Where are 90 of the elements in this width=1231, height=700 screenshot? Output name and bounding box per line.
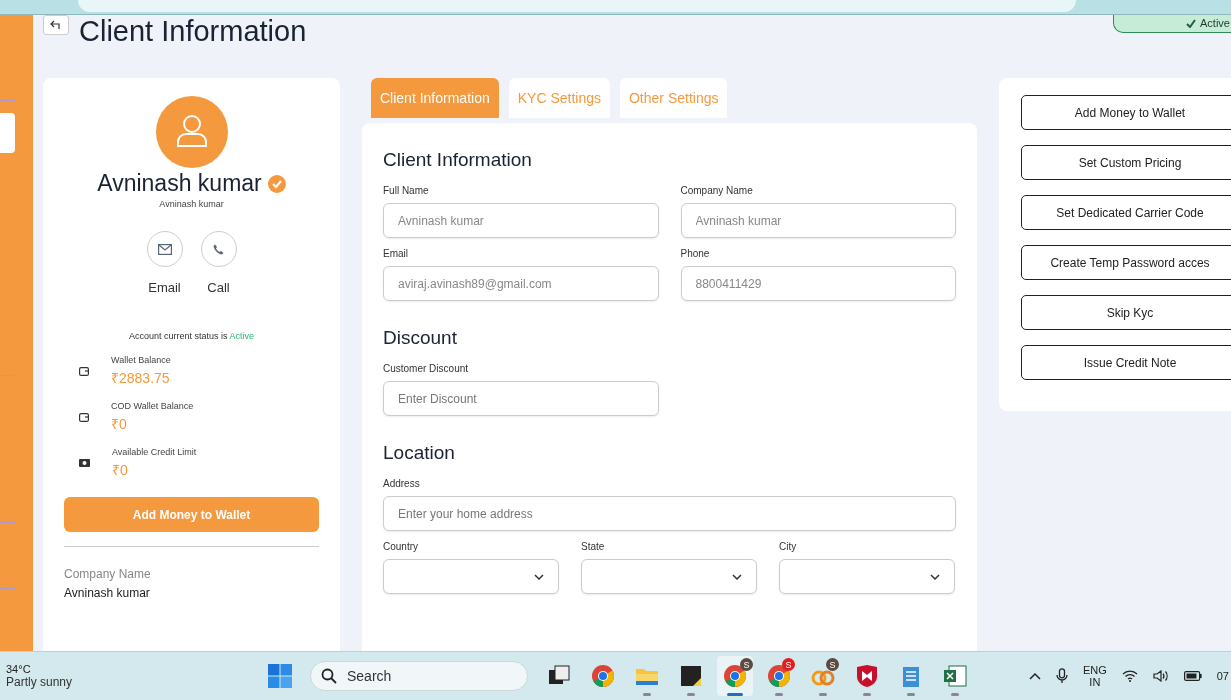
running-indicator <box>643 693 651 696</box>
chrome-icon <box>722 663 748 689</box>
mail-icon <box>157 243 172 255</box>
region-text[interactable]: IN <box>1089 676 1101 688</box>
input-field[interactable]: aviraj.avinash89@gmail.com <box>383 266 659 301</box>
section-title: Discount <box>383 327 458 349</box>
balance-label: COD Wallet Balance <box>111 401 194 411</box>
battery-icon[interactable] <box>1183 671 1202 681</box>
field-label: Country <box>383 541 419 552</box>
app-badge: S <box>826 658 839 671</box>
client-name: Avninash kumar <box>97 170 262 197</box>
search-placeholder: Search <box>347 668 392 684</box>
field-label: Customer Discount <box>383 363 470 374</box>
account-status: Account current status is Active <box>127 331 256 341</box>
excel-icon <box>942 663 968 689</box>
running-indicator <box>819 693 827 696</box>
cash-icon <box>79 459 90 467</box>
wallet-icon <box>79 366 89 376</box>
input-field[interactable]: Avninash kumar <box>680 203 956 238</box>
field-label: Full Name <box>383 185 430 196</box>
running-indicator <box>775 693 783 696</box>
notes-icon <box>678 663 704 689</box>
clock: 07 <box>1216 670 1229 682</box>
action-button[interactable]: Skip Kyc <box>1021 295 1231 330</box>
search-field[interactable]: Search <box>310 661 528 691</box>
running-indicator <box>727 693 743 696</box>
action-button[interactable]: Set Dedicated Carrier Code <box>1021 195 1231 230</box>
chevron-icon <box>930 573 940 580</box>
taskbar-app[interactable]: S <box>717 656 753 696</box>
balance-label: Available Credit Limit <box>112 447 197 457</box>
wallet-icon <box>79 412 89 422</box>
call-button[interactable] <box>200 231 237 267</box>
field-label: Email <box>383 248 409 259</box>
contact-label: Email <box>148 280 181 295</box>
microphone-icon[interactable] <box>1055 668 1068 684</box>
avatar-icon <box>155 96 228 168</box>
check-icon <box>1186 18 1197 28</box>
contact-label: Call <box>207 280 230 295</box>
input-field[interactable]: Enter Discount <box>383 381 659 416</box>
weather-text: Partly sunny <box>6 675 74 689</box>
email-button[interactable] <box>146 231 183 267</box>
action-button[interactable]: Add Money to Wallet <box>1021 95 1231 130</box>
running-indicator <box>863 693 871 696</box>
chevron-icon <box>534 573 544 580</box>
balance-value: ₹0 <box>111 415 128 433</box>
running-indicator <box>951 693 959 696</box>
phone-icon <box>213 243 224 255</box>
language-text[interactable]: ENG <box>1082 664 1107 676</box>
section-title: Location <box>383 442 456 464</box>
input-field[interactable]: Avninash kumar <box>383 203 659 238</box>
company-value: Avninash kumar <box>64 586 151 600</box>
field-label: City <box>779 541 798 552</box>
app-badge: S <box>740 658 753 671</box>
balance-value: ₹0 <box>112 461 129 479</box>
status-text: Active <box>1200 17 1230 29</box>
select-field[interactable] <box>581 559 757 594</box>
speaker-icon[interactable] <box>1152 670 1169 682</box>
shield-icon <box>854 663 880 689</box>
action-button[interactable]: Issue Credit Note <box>1021 345 1231 380</box>
taskbar-app[interactable]: S <box>807 656 839 696</box>
company-label: Company Name <box>64 567 152 581</box>
select-field[interactable] <box>779 559 955 594</box>
chevron-up-icon[interactable] <box>1028 672 1041 680</box>
back-button[interactable] <box>43 15 69 35</box>
chevron-icon <box>732 573 742 580</box>
balance-value: ₹2883.75 <box>111 369 171 387</box>
running-indicator <box>907 693 915 696</box>
app-badge: S <box>782 658 795 671</box>
input-field[interactable]: 8800411429 <box>680 266 956 301</box>
windows-icon[interactable] <box>268 664 292 688</box>
select-field[interactable] <box>383 559 559 594</box>
temperature: 34°C <box>6 663 32 675</box>
taskbar-app[interactable]: S <box>763 656 795 696</box>
back-icon <box>50 20 62 30</box>
action-button[interactable]: Create Temp Password acces <box>1021 245 1231 280</box>
field-label: Address <box>383 478 421 489</box>
balance-label: Wallet Balance <box>111 355 171 365</box>
field-label: Phone <box>680 248 711 259</box>
page-title: Client Information <box>79 15 307 47</box>
client-subtitle: Avninash kumar <box>158 199 225 209</box>
input-field[interactable]: Enter your home address <box>383 496 956 531</box>
running-indicator <box>687 693 695 696</box>
field-label: Company Name <box>680 185 754 196</box>
section-title: Client Information <box>383 149 533 171</box>
field-label: State <box>581 541 606 552</box>
search-icon <box>321 668 337 684</box>
wifi-icon[interactable] <box>1121 670 1138 682</box>
chrome-icon <box>766 663 792 689</box>
chrome-icon <box>590 663 616 689</box>
action-button[interactable]: Set Custom Pricing <box>1021 145 1231 180</box>
